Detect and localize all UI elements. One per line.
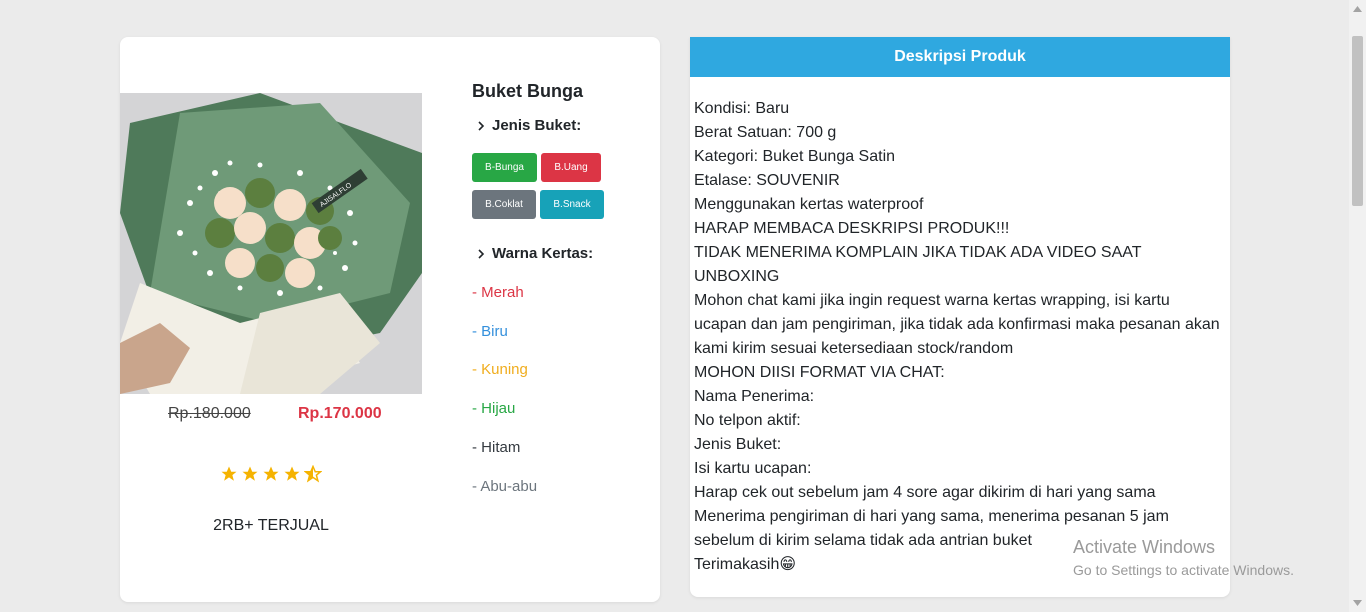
color-option-hijau: - Hijau	[472, 400, 516, 417]
description-line: MOHON DIISI FORMAT VIA CHAT:	[694, 364, 945, 381]
star-icon	[263, 466, 279, 481]
color-option-kuning: - Kuning	[472, 361, 528, 378]
description-line: Kondisi: Baru	[694, 100, 790, 117]
description-line: No telpon aktif:	[694, 412, 801, 429]
windows-activation-watermark: Activate Windows Go to Settings to activ…	[1073, 537, 1294, 578]
description-header: Deskripsi Produk	[690, 37, 1230, 77]
description-line: Nama Penerima:	[694, 388, 815, 405]
product-card: AJISALFLO Rp.180.000 Rp.170.000 2RB+ TER…	[120, 37, 660, 602]
description-line: kami kirim sesuai ketersediaan stock/ran…	[694, 340, 1014, 357]
product-image[interactable]: AJISALFLO	[120, 93, 422, 394]
page-scrollbar[interactable]	[1349, 0, 1366, 612]
warna-kertas-label: Warna Kertas:	[476, 245, 593, 262]
scroll-down-icon[interactable]	[1353, 600, 1362, 606]
description-line: UNBOXING	[694, 268, 780, 285]
description-line: Isi kartu ucapan:	[694, 460, 812, 477]
color-option-abu-abu: - Abu-abu	[472, 478, 538, 495]
bunga-button[interactable]: B-Bunga	[472, 153, 537, 182]
color-option-merah: - Merah	[472, 284, 524, 301]
description-line: Jenis Buket:	[694, 436, 782, 453]
color-option-biru: - Biru	[472, 323, 508, 340]
jenis-buket-label: Jenis Buket:	[476, 117, 581, 134]
star-icon	[284, 466, 300, 481]
description-card: Deskripsi Produk Kondisi: Baru Berat Sat…	[690, 37, 1230, 597]
description-body: Kondisi: Baru Berat Satuan: 700 g Katego…	[690, 77, 1230, 577]
description-line: Berat Satuan: 700 g	[694, 124, 837, 141]
scroll-up-icon[interactable]	[1353, 6, 1362, 12]
description-line: Menggunakan kertas waterproof	[694, 196, 924, 213]
uang-button[interactable]: B.Uang	[541, 153, 601, 182]
jenis-buket-text: Jenis Buket:	[492, 117, 582, 134]
description-line: Menerima pengiriman di hari yang sama, m…	[694, 508, 1169, 525]
description-line: Kategori: Buket Bunga Satin	[694, 148, 896, 165]
scroll-thumb[interactable]	[1352, 36, 1363, 206]
description-line: ucapan dan jam pengiriman, jika tidak ad…	[694, 316, 1220, 333]
color-option-hitam: - Hitam	[472, 439, 521, 456]
star-icon	[242, 466, 258, 481]
bouquet-illustration: AJISALFLO	[120, 93, 422, 394]
star-half-icon	[304, 465, 322, 483]
description-line: Etalase: SOUVENIR	[694, 172, 840, 189]
warna-kertas-text: Warna Kertas:	[492, 245, 594, 262]
description-line: HARAP MEMBACA DESKRIPSI PRODUK!!!	[694, 220, 1010, 237]
sale-price: Rp.170.000	[298, 405, 382, 422]
rating-stars	[220, 465, 322, 483]
star-icon	[221, 466, 237, 481]
description-line: Mohon chat kami jika ingin request warna…	[694, 292, 1170, 309]
product-title: Buket Bunga	[472, 81, 584, 101]
coklat-button[interactable]: B.Coklat	[472, 190, 536, 219]
description-line: TIDAK MENERIMA KOMPLAIN JIKA TIDAK ADA V…	[694, 244, 1142, 261]
chevron-right-icon	[478, 248, 485, 259]
original-price: Rp.180.000	[168, 405, 251, 422]
sold-count: 2RB+ TERJUAL	[213, 517, 329, 534]
description-line: Harap cek out sebelum jam 4 sore agar di…	[694, 484, 1156, 501]
snack-button[interactable]: B.Snack	[540, 190, 604, 219]
chevron-right-icon	[478, 120, 485, 131]
watermark-subtitle: Go to Settings to activate Windows.	[1073, 562, 1294, 578]
watermark-title: Activate Windows	[1073, 537, 1216, 557]
